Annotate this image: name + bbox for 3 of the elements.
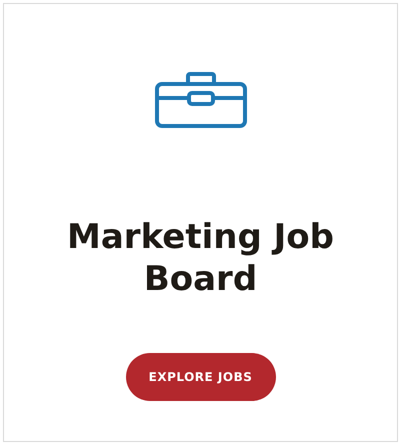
card-title: Marketing Job Board [66, 216, 335, 300]
explore-jobs-button[interactable]: EXPLORE JOBS [126, 353, 276, 401]
briefcase-icon [154, 72, 246, 128]
